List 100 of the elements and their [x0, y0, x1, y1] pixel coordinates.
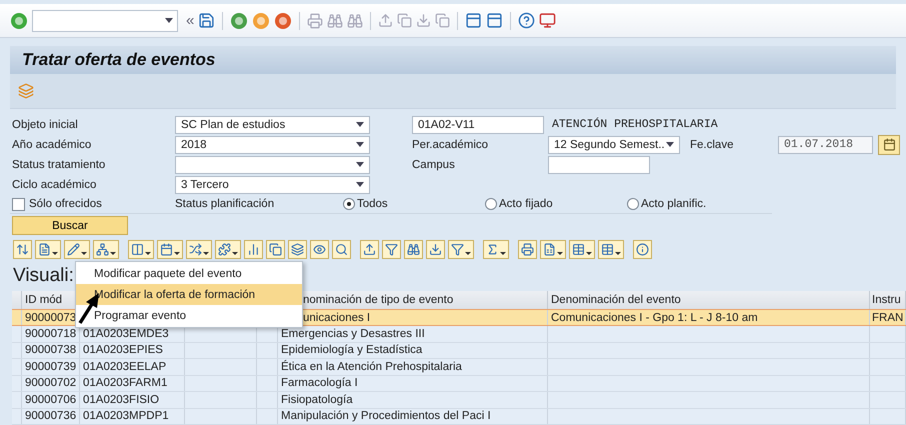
table-cell: 90000706 [25, 394, 76, 406]
radio-button[interactable] [627, 198, 639, 210]
radio-label: Acto fijado [499, 198, 553, 210]
description-text: ATENCIÓN PREHOSPITALARIA [551, 118, 719, 132]
table-cell: Ética en la Atención Prehospitalaria [281, 360, 462, 373]
dropdown-field[interactable]: 2018 [175, 136, 370, 154]
field-label: Objeto inicial [12, 118, 79, 131]
column-header[interactable]: Denominación del evento [551, 294, 681, 306]
table-cell: 01A0203EELAP [83, 360, 166, 373]
printer-button[interactable] [518, 240, 537, 260]
exchange-icon [189, 243, 202, 256]
pencil-button[interactable] [64, 240, 90, 260]
table-cell: 90000739 [25, 360, 76, 373]
table-cell: 01A0203MPDP1 [83, 410, 169, 422]
swap-button[interactable] [13, 240, 32, 260]
window-icon[interactable] [465, 12, 482, 30]
puzzle-icon [218, 243, 231, 256]
table-cell: Farmacología I [281, 377, 358, 390]
filter-button[interactable] [448, 240, 474, 260]
hierarchy-icon [96, 243, 109, 256]
table-cell: unicaciones I [303, 312, 370, 324]
table-row[interactable]: 90000718 01A0203EMDE3 Emergencias y Desastres III [12, 326, 906, 342]
export-button[interactable] [540, 240, 566, 260]
table-cell: Comunicaciones I - Gpo 1: L - J 8-10 am [551, 312, 758, 324]
chart-icon [247, 243, 260, 256]
layers-button[interactable] [288, 240, 307, 260]
table-row[interactable]: 90000706 01A0203FISIO Fisiopatología [12, 392, 906, 408]
copy-icon [269, 243, 282, 256]
view-icon [313, 243, 326, 256]
input-field[interactable] [548, 156, 650, 174]
command-field[interactable] [32, 10, 178, 32]
table-row[interactable]: 90000739 01A0203EELAP Ética en la Atención Prehospitalaria [12, 359, 906, 376]
upload-button[interactable] [360, 240, 379, 260]
collapse-button[interactable]: « [186, 12, 194, 30]
puzzle-button[interactable] [215, 240, 241, 260]
document-icon [38, 243, 51, 256]
table-cell: 01A0203EMDE3 [83, 328, 169, 340]
help-icon[interactable] [518, 12, 536, 30]
layout-button[interactable] [128, 240, 154, 260]
swap-icon [16, 243, 29, 256]
pencil-icon [67, 243, 80, 256]
dropdown-field[interactable]: SC Plan de estudios [175, 116, 370, 134]
dropdown-field[interactable]: 12 Segundo Semest.. [548, 136, 680, 154]
grid-icon [601, 243, 614, 256]
table-cell: 90000736 [25, 410, 76, 422]
table-row[interactable]: 90000736 01A0203MPDP1 Manipulación y Procedimientos del Paci I [12, 408, 906, 425]
input-field[interactable]: 01A02-V11 [412, 116, 544, 134]
field-label: Fe.clave [690, 138, 734, 151]
table-cell: Fisiopatología [281, 394, 353, 406]
column-header[interactable]: ID mód [25, 294, 62, 306]
calendar-button[interactable] [878, 134, 900, 155]
info-button[interactable] [633, 240, 652, 260]
chart-button[interactable] [244, 240, 263, 260]
download-button[interactable] [426, 240, 445, 260]
table-cell: 01A0203FARM1 [83, 377, 168, 390]
save-icon[interactable] [198, 12, 216, 30]
search-button[interactable] [332, 240, 351, 260]
field-label: Status tratamiento [12, 158, 106, 171]
find-button[interactable] [404, 240, 423, 260]
view-button[interactable] [310, 240, 329, 260]
radio-button[interactable] [343, 198, 355, 210]
column-header[interactable]: Instru [872, 294, 901, 306]
table-cell: 90000738 [25, 344, 76, 356]
exchange-button[interactable] [186, 240, 212, 260]
layers-icon [291, 243, 304, 256]
screen-title: Tratar oferta de eventos [22, 50, 216, 70]
table-cell: 01A0203EPIES [83, 344, 163, 356]
table-cell: FRAN [872, 312, 904, 324]
radio-button[interactable] [485, 198, 497, 210]
monitor-icon[interactable] [539, 12, 556, 30]
sum-button[interactable] [483, 240, 509, 260]
table-row[interactable]: 90000738 01A0203EPIES Epidemiología y Estadística [12, 342, 906, 359]
upload-icon [363, 243, 376, 256]
grid-button[interactable] [598, 240, 624, 260]
document-button[interactable] [35, 240, 61, 260]
menu-item[interactable]: Modificar la oferta de formación [76, 284, 302, 305]
calendar-button[interactable] [157, 240, 183, 260]
column-header[interactable]: nominación de tipo de evento [303, 294, 454, 306]
find-icon [407, 243, 420, 256]
dropdown-field[interactable] [175, 156, 370, 174]
filter-icon [385, 243, 398, 256]
dropdown-field[interactable]: 3 Tercero [175, 176, 370, 194]
table-row[interactable]: 90000702 01A0203FARM1 Farmacología I [12, 376, 906, 392]
filter-icon [451, 243, 464, 256]
menu-item[interactable]: Programar evento [76, 305, 302, 326]
table-cell: 01A0203FISIO [83, 394, 160, 406]
printer-icon [521, 243, 534, 256]
field-label: Campus [412, 158, 456, 171]
checkbox[interactable]: Sólo ofrecidos [12, 198, 175, 211]
date-field[interactable]: 01.07.2018 [778, 136, 873, 154]
download-icon [429, 243, 442, 256]
search-button[interactable]: Buscar [12, 216, 128, 236]
filter-button[interactable] [382, 240, 401, 260]
hierarchy-button[interactable] [93, 240, 119, 260]
sum-icon [486, 243, 499, 256]
menu-item[interactable]: Modificar paquete del evento [76, 263, 302, 284]
table-button[interactable] [569, 240, 595, 260]
radio-label: Todos [357, 198, 388, 210]
copy-button[interactable] [266, 240, 285, 260]
search-icon [335, 243, 348, 256]
